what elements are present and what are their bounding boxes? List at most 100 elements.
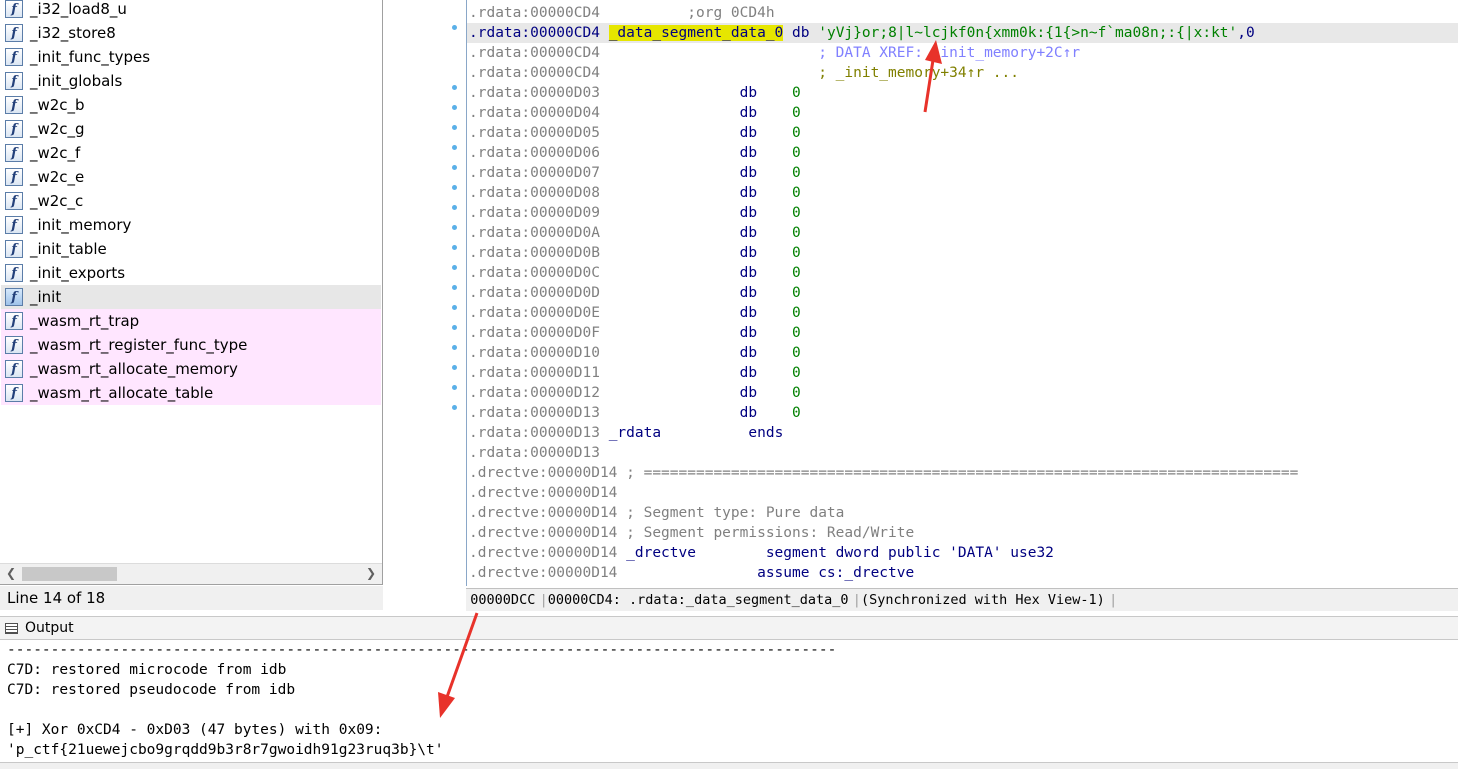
address: .drectve:00000D14	[469, 485, 618, 501]
db-line[interactable]: .rdata:00000D0A db 0	[469, 223, 801, 243]
function-item[interactable]: f _i32_store8	[1, 21, 381, 45]
db-directive: db	[739, 405, 758, 421]
db-line[interactable]: .rdata:00000D0D db 0	[469, 283, 801, 303]
function-item[interactable]: f _wasm_rt_allocate_memory	[1, 357, 381, 381]
function-name: _init_table	[30, 240, 107, 258]
function-item[interactable]: f _wasm_rt_allocate_table	[1, 381, 381, 405]
scroll-left-icon[interactable]: ❮	[6, 566, 16, 580]
function-item[interactable]: f _wasm_rt_register_func_type	[1, 333, 381, 357]
function-icon: f	[5, 96, 23, 114]
drectve-line[interactable]: .drectve:00000D14 ; Segment type: Pure d…	[469, 503, 844, 523]
line-marker-icon	[452, 365, 457, 370]
output-title: Output	[25, 620, 74, 636]
db-line[interactable]: .rdata:00000D05 db 0	[469, 123, 801, 143]
function-item[interactable]: f _init_memory	[1, 213, 381, 237]
function-name: _w2c_c	[30, 192, 84, 210]
output-log[interactable]: ----------------------------------------…	[0, 640, 1458, 762]
output-line: 'p_ctf{21uewejcbo9grqdd9b3r8r7gwoidh91g2…	[7, 742, 444, 758]
function-item[interactable]: f _init_exports	[1, 261, 381, 285]
address: .rdata:00000D07	[469, 165, 600, 181]
disassembly-listing[interactable]: .rdata:00000CD4 ;org 0CD4h .rdata:00000C…	[466, 0, 1458, 586]
db-directive: db	[739, 145, 758, 161]
listing-line[interactable]: .rdata:00000CD4 ;org 0CD4h	[469, 3, 775, 23]
segment-end-line[interactable]: .rdata:00000D13 _rdata ends	[469, 423, 783, 443]
function-item[interactable]: f _w2c_g	[1, 117, 381, 141]
db-line[interactable]: .rdata:00000D13 db 0	[469, 403, 801, 423]
scrollbar-thumb[interactable]	[22, 567, 117, 581]
function-item[interactable]: f _wasm_rt_trap	[1, 309, 381, 333]
status-separator: |	[1109, 592, 1118, 608]
function-name: _w2c_e	[30, 168, 85, 186]
db-line[interactable]: .rdata:00000D06 db 0	[469, 143, 801, 163]
db-directive: db	[792, 25, 810, 41]
assume-line[interactable]: .drectve:00000D14 assume cs:_drectve	[469, 563, 914, 583]
function-item[interactable]: f _w2c_e	[1, 165, 381, 189]
segment-comment: ; ======================================…	[626, 465, 1299, 481]
db-line[interactable]: .rdata:00000D10 db 0	[469, 343, 801, 363]
address: .rdata:00000D11	[469, 365, 600, 381]
scroll-right-icon[interactable]: ❯	[366, 566, 376, 580]
address: .drectve:00000D14	[469, 545, 618, 561]
function-icon: f	[5, 72, 23, 90]
function-name: _init_globals	[30, 72, 123, 90]
drectve-line[interactable]: .drectve:00000D14	[469, 483, 626, 503]
address: .rdata:00000D05	[469, 125, 600, 141]
address: .rdata:00000D12	[469, 385, 600, 401]
data-xref[interactable]: ; DATA XREF: _init_memory+2C↑r	[818, 45, 1080, 61]
function-item[interactable]: f _init_globals	[1, 69, 381, 93]
db-line[interactable]: .rdata:00000D0B db 0	[469, 243, 801, 263]
db-directive: db	[739, 305, 758, 321]
data-segment-line[interactable]: .rdata:00000CD4 _data_segment_data_0 db …	[469, 23, 1255, 43]
output-window-header[interactable]: Output	[0, 616, 1458, 640]
db-line[interactable]: .rdata:00000D04 db 0	[469, 103, 801, 123]
ends-directive: ends	[748, 425, 784, 441]
db-line[interactable]: .rdata:00000D0F db 0	[469, 323, 801, 343]
db-directive: db	[739, 105, 758, 121]
function-name: _wasm_rt_allocate_memory	[30, 360, 238, 378]
db-line[interactable]: .rdata:00000D08 db 0	[469, 183, 801, 203]
segment-line[interactable]: .drectve:00000D14 _drectve segment dword…	[469, 543, 1054, 563]
data-label[interactable]: _data_segment_data_0	[608, 25, 784, 41]
db-line[interactable]: .rdata:00000D12 db 0	[469, 383, 801, 403]
function-item[interactable]: f _init	[1, 285, 381, 309]
horizontal-scrollbar[interactable]: ❮ ❯	[0, 563, 382, 584]
line-marker-icon	[452, 25, 457, 30]
function-item[interactable]: f _i32_load8_u	[1, 0, 381, 21]
line-marker-icon	[452, 225, 457, 230]
xref-line[interactable]: .rdata:00000CD4 ; _init_memory+34↑r ...	[469, 63, 1019, 83]
db-line[interactable]: .rdata:00000D0E db 0	[469, 303, 801, 323]
db-line[interactable]: .rdata:00000D09 db 0	[469, 203, 801, 223]
db-line[interactable]: .rdata:00000D0C db 0	[469, 263, 801, 283]
line-marker-icon	[452, 145, 457, 150]
address: .rdata:00000CD4	[469, 25, 600, 41]
db-line[interactable]: .rdata:00000D07 db 0	[469, 163, 801, 183]
line-marker-icon	[452, 405, 457, 410]
line-marker-icon	[452, 125, 457, 130]
function-item[interactable]: f _init_table	[1, 237, 381, 261]
segment-comment: ; Segment type: Pure data	[626, 505, 845, 521]
listing-line[interactable]: .rdata:00000D13	[469, 443, 600, 463]
function-name: _init	[30, 288, 62, 306]
db-line[interactable]: .rdata:00000D11 db 0	[469, 363, 801, 383]
byte-value: 0	[792, 285, 801, 301]
function-item[interactable]: f _w2c_b	[1, 93, 381, 117]
drectve-line[interactable]: .drectve:00000D14 ; Segment permissions:…	[469, 523, 914, 543]
db-line[interactable]: .rdata:00000D03 db 0	[469, 83, 801, 103]
string-terminator: ,0	[1237, 25, 1255, 41]
drectve-line[interactable]: .drectve:00000D14 ; ====================…	[469, 463, 1298, 483]
function-icon: f	[5, 48, 23, 66]
function-item[interactable]: f _init_func_types	[1, 45, 381, 69]
file-offset: 00000DCC	[470, 592, 536, 608]
output-line: C7D: restored microcode from idb	[7, 662, 287, 678]
function-icon: f	[5, 336, 23, 354]
disassembly-status-bar: 00000DCC |00000CD4: .rdata:_data_segment…	[466, 588, 1458, 611]
function-item[interactable]: f _w2c_f	[1, 141, 381, 165]
xref-line[interactable]: .rdata:00000CD4 ; DATA XREF: _init_memor…	[469, 43, 1080, 63]
output-line: C7D: restored pseudocode from idb	[7, 682, 296, 698]
address: .drectve:00000D14	[469, 525, 618, 541]
encrypted-string: 'yVj}or;8|l~lcjkf0n{xmm0k:{1{>n~f`ma08n;…	[818, 25, 1238, 41]
org-comment: ;org 0CD4h	[687, 5, 775, 21]
data-xref[interactable]: ; _init_memory+34↑r ...	[818, 65, 1019, 81]
db-directive: db	[739, 345, 758, 361]
function-item[interactable]: f _w2c_c	[1, 189, 381, 213]
